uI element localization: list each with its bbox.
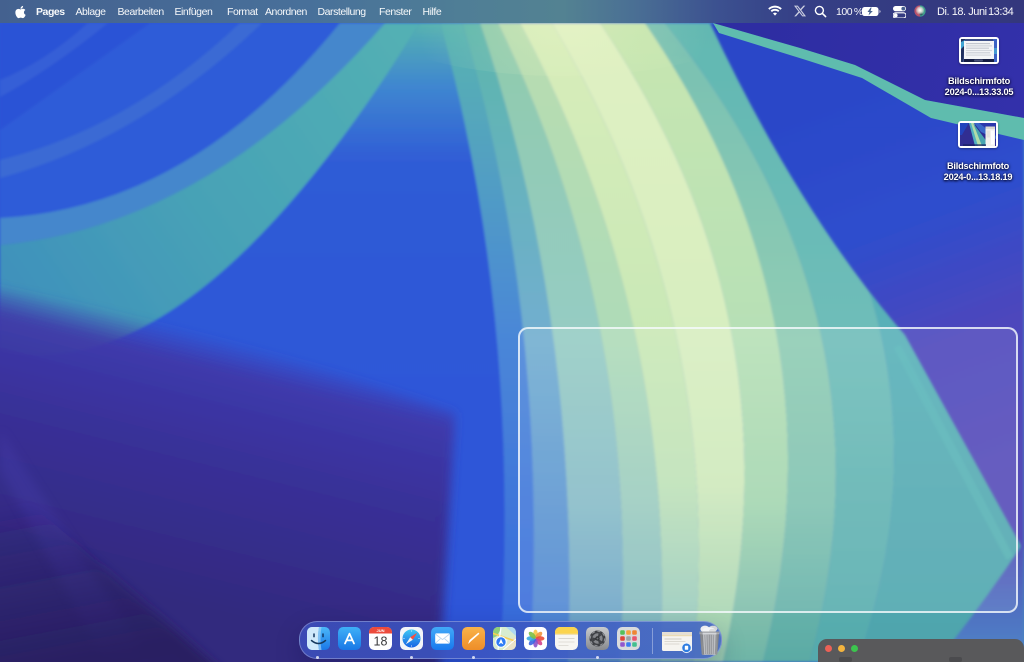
- svg-text:JUN: JUN: [376, 628, 384, 633]
- svg-text:18: 18: [373, 635, 387, 649]
